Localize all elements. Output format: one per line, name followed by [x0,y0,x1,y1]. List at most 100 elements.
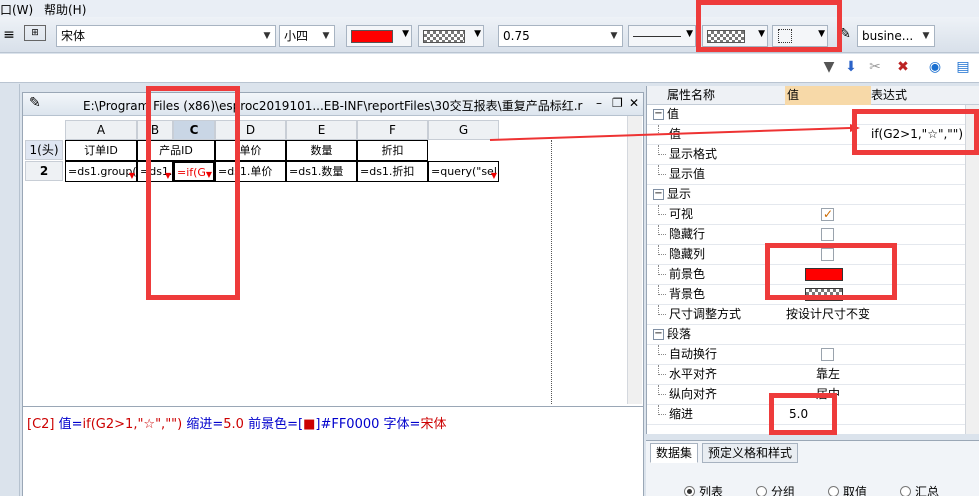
tree-line [658,125,666,135]
col-header-a[interactable]: A [65,120,137,140]
left-dock-gutter [0,84,20,496]
property-checkbox[interactable] [821,205,834,224]
font-value: 宋体 [420,417,447,432]
cell-info-panel: [C2] 值=if(G2>1,"☆","") 缩进=5.0 前景色=[■]#FF… [23,406,643,496]
property-name: 显示值 [669,167,706,181]
property-name: 可视 [669,207,694,221]
tree-line [658,345,666,355]
prop-expr-header: 表达式 [871,88,908,102]
radio-group[interactable]: 分组 [756,483,795,496]
style-combo[interactable]: busine... ▼ [857,25,935,47]
restore-icon[interactable]: ❐ [612,96,623,110]
property-checkbox[interactable] [821,348,834,361]
highlight-border-pattern [696,0,842,52]
tree-line [658,305,666,315]
dropdown-arrow-icon[interactable]: ▼ [820,58,838,76]
line-style-button[interactable]: ▼ [628,25,696,47]
cell-ref: [C2] [27,417,55,432]
tree-line [658,205,666,215]
page-boundary-line [551,140,552,404]
tab-dataset[interactable]: 数据集 [650,443,699,463]
tree-line [658,285,666,295]
font-size-combo[interactable]: 小四 ▼ [279,25,335,47]
cell-e1[interactable]: 数量 [286,140,357,161]
tab-predefined-styles[interactable]: 预定义格和样式 [702,443,799,463]
property-name: 自动换行 [669,347,718,361]
property-name: 纵向对齐 [669,387,718,401]
line-width-combo[interactable]: 0.75 ▼ [498,25,623,47]
designer-title-bar: ✎ E:\Program Files (x86)\esproc2019101..… [23,93,643,116]
cell-a1[interactable]: 订单ID [65,140,137,161]
cell-e2[interactable]: =ds1.数量 [286,161,357,182]
highlight-indent [769,393,837,435]
menu-help[interactable]: 帮助(H) [44,1,86,18]
property-name: 隐藏列 [669,247,706,261]
menu-window[interactable]: 口(W) [0,1,33,18]
report-grid: A B C D E F G 1(头) 2 订单ID 产品ID 单价 数量 折扣 … [23,116,643,404]
prop-value-header: 值 [785,86,871,105]
property-row[interactable]: 显示值 [647,165,965,185]
bottom-tabs-panel: 数据集 预定义格和样式 列表 分组 取值 汇总 [646,440,979,496]
property-value[interactable]: 按设计尺寸不变 [785,305,871,324]
tree-line [658,245,666,255]
edit-sheet-icon: ✎ [29,95,41,111]
cell-icon[interactable]: ⊞ [24,25,46,41]
property-checkbox[interactable] [821,228,834,241]
cell-f2[interactable]: =ds1.折扣 [357,161,428,182]
fore-color-button[interactable]: ▼ [346,25,412,47]
property-row[interactable]: 自动换行 [647,345,965,365]
indent-label: 缩进= [186,417,224,432]
value-expr: if(G2>1,"☆","") [82,417,183,432]
disabled-tool-icon: ✂ [869,59,881,75]
top-toolbar: ▼ ⬇ ✂ ✖ ◉ ▤ [0,54,979,83]
fg-swatch: ■ [303,417,316,432]
property-row[interactable]: 可视 [647,205,965,225]
property-name: 值 [669,127,682,141]
close-icon[interactable]: ✕ [629,96,639,110]
tree-line [658,405,666,415]
browser-icon[interactable]: ◉ [926,58,944,76]
indent-value: 5.0 [223,417,244,432]
col-header-e[interactable]: E [286,120,357,140]
cell-f1[interactable]: 折扣 [357,140,428,161]
delete-tool-icon[interactable]: ✖ [894,58,912,76]
radio-summary[interactable]: 汇总 [900,483,939,496]
property-group[interactable]: − 显示 [647,185,965,205]
menu-lines-icon[interactable]: ≡ [0,26,18,44]
collapse-icon[interactable]: − [653,189,664,200]
property-row[interactable]: 隐藏行 [647,225,965,245]
property-name: 背景色 [669,287,706,301]
fg-label: 前景色=[ [248,417,304,432]
font-family-combo[interactable]: 宋体 ▼ [56,25,276,47]
minimize-icon[interactable]: – [596,96,602,110]
tree-line [658,365,666,375]
highlight-value-expr [852,109,979,155]
highlight-fore-color [765,243,897,300]
row-header-2[interactable]: 2 [25,161,63,181]
property-group[interactable]: − 段落 [647,325,965,345]
radio-value[interactable]: 取值 [828,483,867,496]
property-name: 前景色 [669,267,706,281]
cell-a2[interactable]: =ds1.group(▼ [65,161,137,182]
property-row[interactable]: 水平对齐 靠左 [647,365,965,385]
value-label: 值= [58,417,83,432]
collapse-icon[interactable]: − [653,329,664,340]
collapse-icon[interactable]: − [653,109,664,120]
document-icon[interactable]: ▤ [954,58,972,76]
cell-g2[interactable]: =query("sel ▼ [428,161,499,182]
property-value[interactable]: 靠左 [785,365,871,384]
property-name: 显示 [667,187,692,201]
font-label: 字体= [383,417,421,432]
property-name: 显示格式 [669,147,718,161]
property-name: 水平对齐 [669,367,718,381]
col-header-g[interactable]: G [428,120,499,140]
row-header-1[interactable]: 1(头) [25,140,63,160]
back-color-button[interactable]: ▼ [418,25,484,47]
col-header-f[interactable]: F [357,120,428,140]
arrow-down-icon[interactable]: ⬇ [842,58,860,76]
grid-vertical-scrollbar[interactable] [627,116,642,404]
tree-line [658,265,666,275]
property-row[interactable]: 尺寸调整方式 按设计尺寸不变 [647,305,965,325]
radio-list[interactable]: 列表 [684,483,723,496]
tree-line [658,145,666,155]
